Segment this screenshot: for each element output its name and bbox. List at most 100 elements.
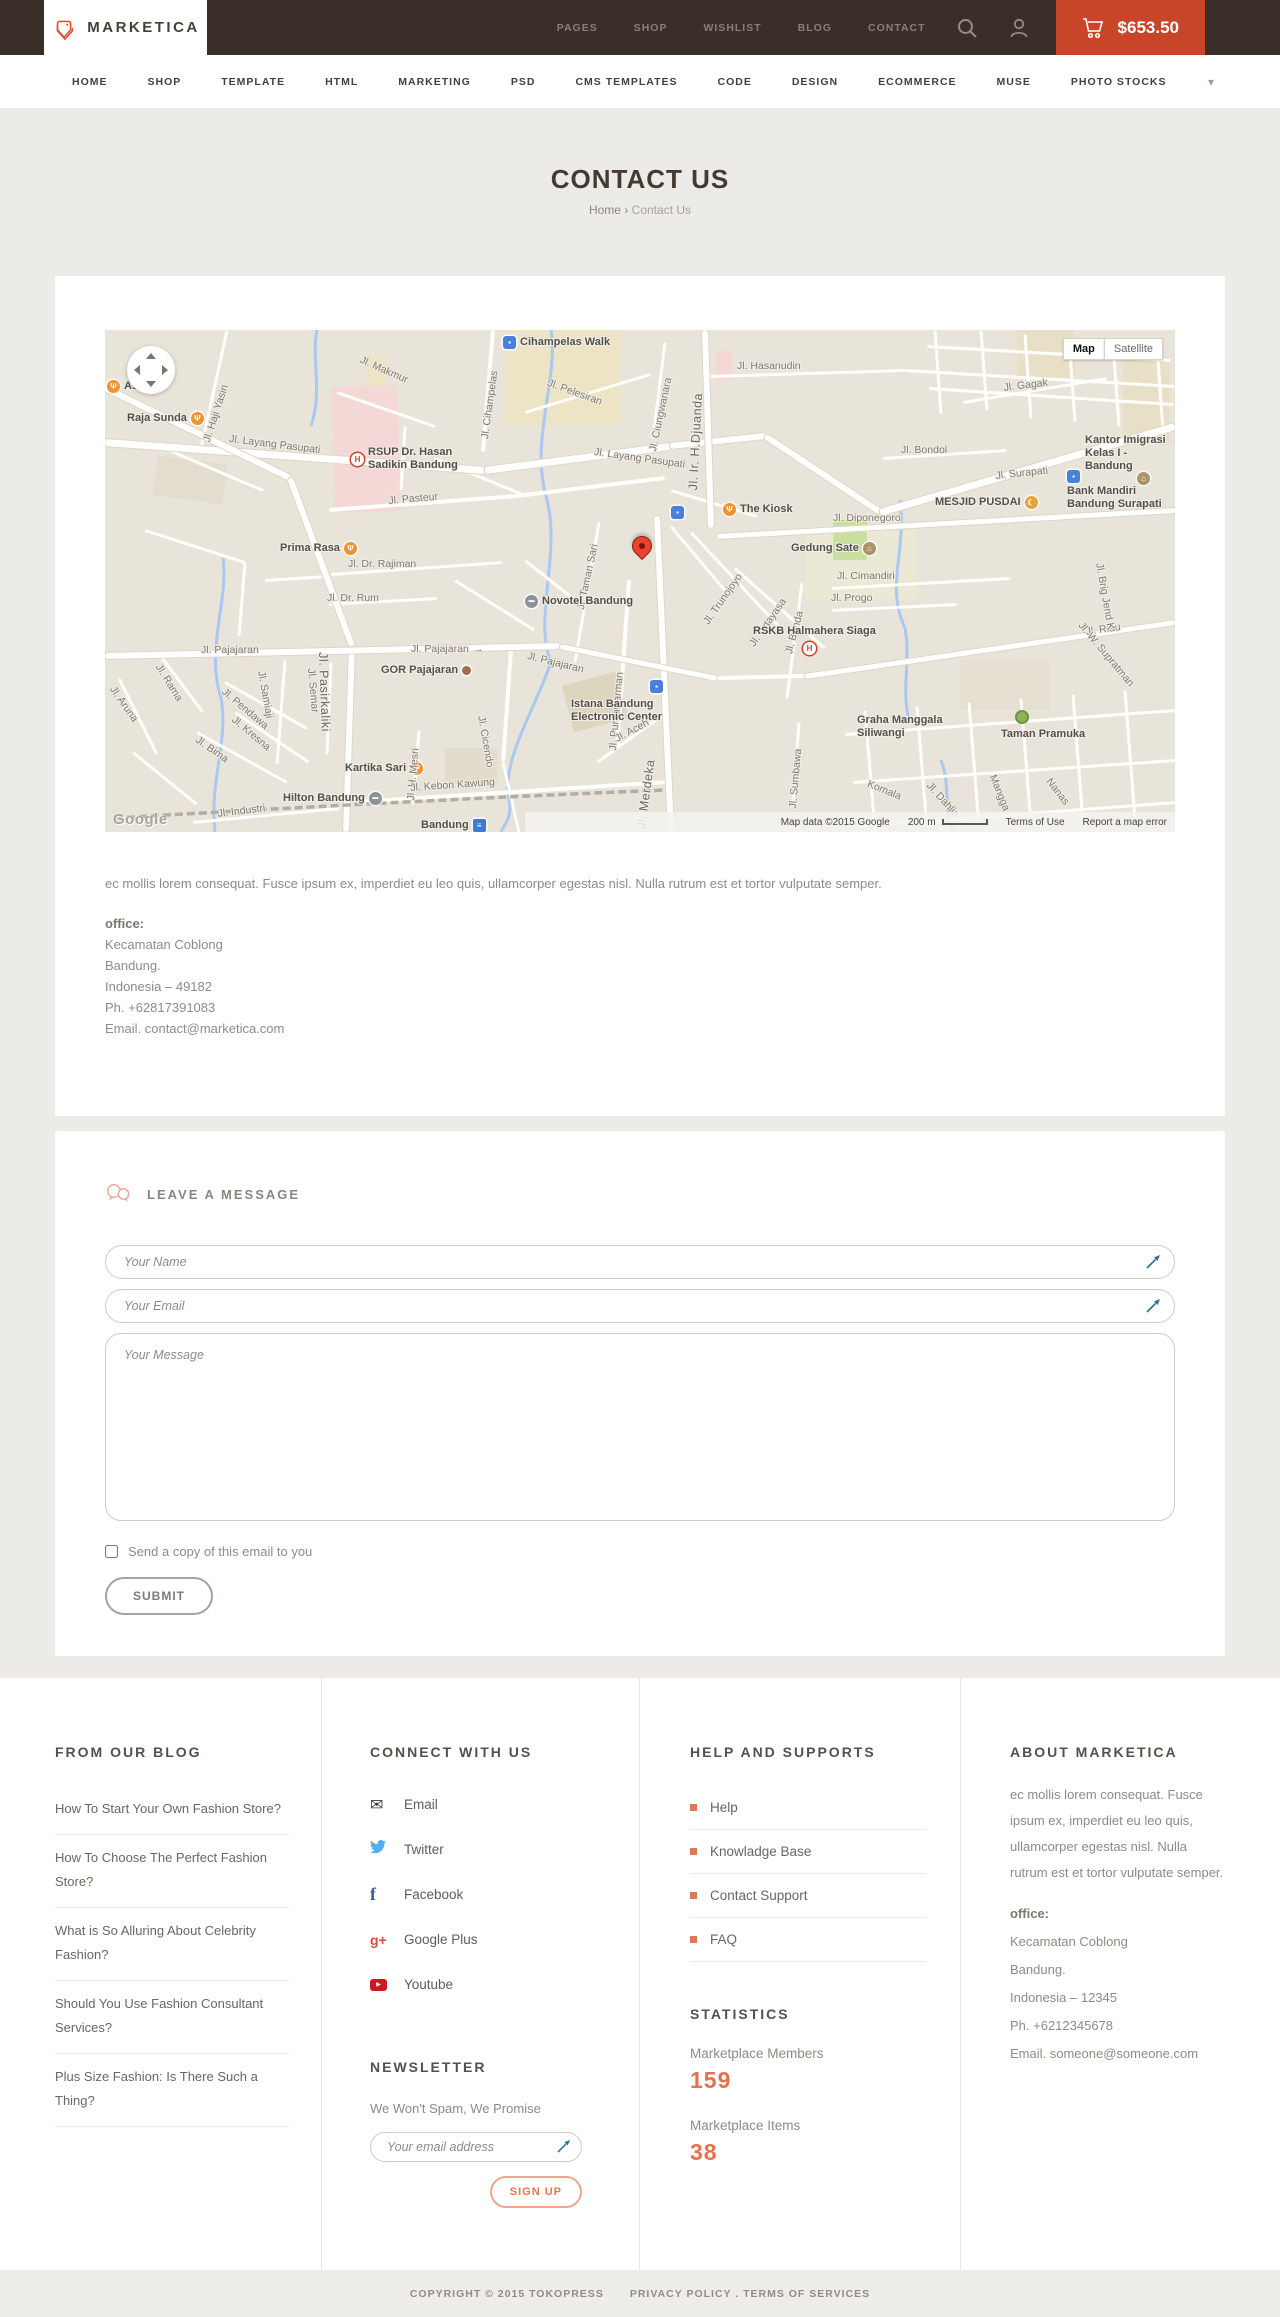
footer-blog-link[interactable]: Should You Use Fashion Consultant Servic… [55,1996,263,2035]
help-list-item[interactable]: FAQ [690,1918,926,1962]
map-fk-icon: Ψ [723,503,736,516]
map-data-text: Map data ©2015 Google [780,816,890,828]
cart-icon [1082,17,1106,39]
top-nav-pages[interactable]: PAGES [557,22,598,34]
footer-help-link[interactable]: FAQ [710,1932,737,1947]
map-tr-icon: ≡ [472,819,486,832]
top-nav-blog[interactable]: BLOG [798,22,832,34]
pan-left-icon[interactable] [134,365,140,375]
map-label: Jl. Cimandiri [837,570,895,582]
map-button[interactable]: Map [1062,338,1104,360]
blog-list-item: What is So Alluring About Celebrity Fash… [55,1908,289,1981]
message-textarea[interactable] [105,1333,1175,1521]
about-office: office: Kecamatan Coblong Bandung. Indones… [1010,1900,1225,2068]
help-list-item[interactable]: Help [690,1786,926,1830]
menu-item-muse[interactable]: MUSE [997,76,1031,88]
breadcrumb-home[interactable]: Home [589,203,621,217]
satellite-button[interactable]: Satellite [1103,338,1163,360]
menu-item-template[interactable]: TEMPLATE [221,76,285,88]
contact-card: Map Satellite Google Map data ©2015 Goog… [55,276,1225,1116]
menu-item-shop[interactable]: SHOP [148,76,182,88]
pen-icon [1146,1255,1160,1269]
social-label: Facebook [404,1887,464,1902]
map-dt-icon [462,666,472,675]
social-link-twitter[interactable]: Twitter [370,1827,609,1872]
legal-links[interactable]: PRIVACY POLICY . TERMS OF SERVICES [630,2288,870,2300]
email-input[interactable] [105,1289,1175,1323]
social-link-facebook[interactable]: f Facebook [370,1872,609,1917]
office-line: Bandung. [105,958,161,973]
map-label: RSKB Halmahera Siaga [753,625,876,637]
pan-down-icon[interactable] [146,381,156,387]
map-pan-control[interactable] [127,346,175,394]
square-bullet-icon [690,1892,697,1899]
map-label: Jl. Progo [831,592,873,604]
footer-help-link[interactable]: Contact Support [710,1888,808,1903]
menu-item-code[interactable]: CODE [718,76,752,88]
menu-item-design[interactable]: DESIGN [792,76,838,88]
footer: FROM OUR BLOG How To Start Your Own Fash… [0,1678,1280,2270]
submit-button[interactable]: SUBMIT [105,1577,213,1615]
top-nav-contact[interactable]: CONTACT [868,22,926,34]
menu-item-html[interactable]: HTML [325,76,358,88]
send-copy-option: Send a copy of this email to you [105,1544,1175,1559]
office-line: Kecamatan Coblong [1010,1934,1128,1949]
pan-up-icon[interactable] [146,353,156,359]
footer-help-link[interactable]: Help [710,1800,738,1815]
footer-blog-link[interactable]: Plus Size Fashion: Is There Such a Thing… [55,2069,258,2108]
map[interactable]: Map Satellite Google Map data ©2015 Goog… [105,330,1175,832]
footer-blog-link[interactable]: What is So Alluring About Celebrity Fash… [55,1923,256,1962]
map-hp-icon: H [803,642,816,655]
logo-tag-icon [51,14,79,42]
send-copy-checkbox[interactable] [105,1545,118,1558]
user-icon[interactable] [1008,17,1030,39]
stat-label: Marketplace Members [690,2046,824,2061]
name-field-wrap [105,1245,1175,1279]
map-label: Ψ The Kiosk [723,503,793,516]
social-link-email[interactable]: ✉ Email [370,1782,609,1827]
youtube-icon: ▶ [370,1978,404,1991]
menu-item-home[interactable]: HOME [72,76,108,88]
newsletter-email-input[interactable] [370,2132,582,2162]
page-title: CONTACT US [550,164,730,194]
office-line: Ph. +62817391083 [105,1000,216,1015]
top-nav-shop[interactable]: SHOP [634,22,668,34]
message-card: LEAVE A MESSAGE Send a copy of this emai… [55,1131,1225,1656]
signup-button[interactable]: SIGN UP [489,2176,582,2208]
logo[interactable]: MARKETICA [44,0,207,55]
copyright-text: COPYRIGHT © 2015 TOKOPRESS [409,2287,604,2300]
footer-about-title: ABOUT MARKETICA [1010,1744,1178,1760]
blog-list-item: Plus Size Fashion: Is There Such a Thing… [55,2054,289,2127]
menu-item-cms-templates[interactable]: CMS TEMPLATES [575,76,677,88]
menu-item-marketing[interactable]: MARKETING [398,76,471,88]
terms-link[interactable]: Terms of Use [1006,817,1065,828]
office-block: office: Kecamatan Coblong Bandung. Indones… [105,913,1175,1039]
chevron-down-icon[interactable]: ▾ [1208,75,1214,89]
menu-item-photo-stocks[interactable]: PHOTO STOCKS [1071,76,1167,88]
blog-list-item: How To Choose The Perfect Fashion Store? [55,1835,289,1908]
footer-help-title: HELP AND SUPPORTS [690,1744,876,1760]
map-bl-icon: ▪ [671,506,684,519]
map-railway [114,788,666,820]
map-attribution: Map data ©2015 Google 200 m Terms of Use… [525,812,1175,832]
name-input[interactable] [105,1245,1175,1279]
social-link-youtube[interactable]: ▶ Youtube [370,1962,609,2007]
footer-help-link[interactable]: Knowladge Base [710,1844,811,1859]
menu-item-psd[interactable]: PSD [511,76,536,88]
report-error-link[interactable]: Report a map error [1083,817,1167,828]
map-bl-icon: ▪ [650,680,663,693]
cart-button[interactable]: $653.50 [1055,0,1205,55]
social-link-google-plus[interactable]: g+ Google Plus [370,1917,609,1962]
footer-connect-title: CONNECT WITH US [370,1744,533,1760]
footer-blog-link[interactable]: How To Start Your Own Fashion Store? [55,1801,281,1816]
search-icon[interactable] [956,17,978,39]
help-list-item[interactable]: Contact Support [690,1874,926,1918]
help-list-item[interactable]: Knowladge Base [690,1830,926,1874]
map-label: MESJID PUSDAI ☾ [935,496,1038,509]
top-nav-wishlist[interactable]: WISHLIST [703,22,761,34]
social-label: Twitter [404,1842,444,1857]
footer-blog-link[interactable]: How To Choose The Perfect Fashion Store? [55,1850,267,1889]
pan-right-icon[interactable] [162,365,168,375]
menu-item-ecommerce[interactable]: ECOMMERCE [878,76,956,88]
office-label: office: [105,916,144,931]
